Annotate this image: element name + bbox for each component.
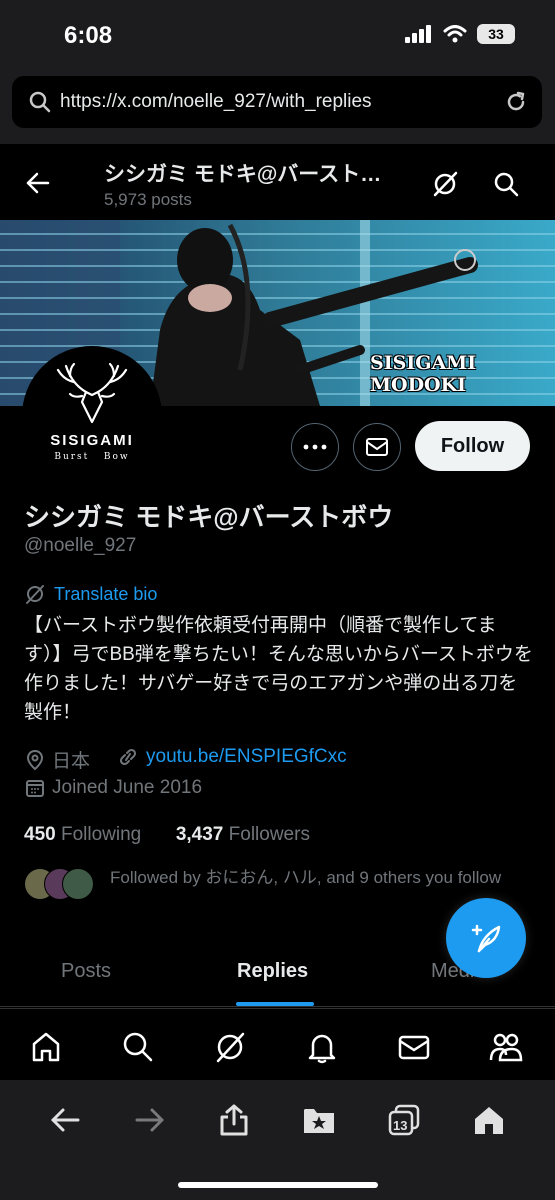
followers-link[interactable]: 3,437 Followers	[176, 824, 310, 845]
followers-label: Followers	[228, 824, 310, 845]
mutual-avatar-3	[62, 868, 94, 900]
location-pin-icon	[26, 749, 44, 770]
bio-text: 【バーストボウ製作依頼受付再開中（順番で製作してます）】弓でBB弾を撃ちたい！そ…	[24, 615, 533, 723]
display-name: シシガミ モドキ@バーストボウ	[24, 502, 394, 532]
home-icon[interactable]	[467, 1098, 511, 1142]
user-handle: @noelle_927	[24, 535, 137, 556]
more-options-button[interactable]	[291, 423, 339, 471]
link-icon	[119, 748, 137, 766]
explore-search-icon[interactable]	[118, 1027, 158, 1067]
back-arrow-icon[interactable]	[43, 1098, 87, 1142]
avatar-subtitle-right: Bow	[103, 452, 130, 462]
followers-count: 3,437	[175, 824, 224, 845]
status-time: 6:08	[64, 22, 113, 49]
banner-line2: MODOKI	[370, 374, 467, 396]
messages-envelope-icon[interactable]	[394, 1027, 434, 1067]
url-text[interactable]: https://x.com/noelle_927/with_replies	[60, 91, 372, 113]
grok-icon[interactable]	[431, 170, 459, 198]
following-link[interactable]: 450 Following	[24, 824, 141, 845]
join-date: Joined June 2016	[24, 777, 202, 799]
message-button[interactable]	[353, 423, 401, 471]
tab-posts[interactable]: Posts	[61, 960, 111, 983]
battery-icon: 33	[477, 24, 515, 44]
follow-counts: 450 Following 3,437 Followers	[24, 824, 310, 846]
bookmarks-icon[interactable]	[297, 1098, 341, 1142]
back-arrow-icon[interactable]	[25, 170, 51, 196]
communities-icon[interactable]	[486, 1027, 526, 1067]
mutual-avatars[interactable]	[24, 868, 96, 900]
location-text: 日本	[52, 751, 91, 772]
avatar-title: SISIGAMI	[50, 432, 134, 449]
deer-logo-icon	[56, 362, 128, 424]
tab-count: 13	[393, 1118, 408, 1133]
grok-icon[interactable]	[210, 1027, 250, 1067]
search-icon[interactable]	[492, 170, 520, 198]
header-name: シシガミ モドキ@バースト…	[104, 163, 382, 186]
translate-bio-button[interactable]: Translate bio	[24, 583, 157, 605]
location: 日本	[24, 746, 90, 773]
avatar[interactable]: SISIGAMI Burst Bow	[22, 346, 162, 486]
home-icon[interactable]	[26, 1027, 66, 1067]
website[interactable]: youtu.be/ENSPIEGfCxc	[116, 746, 347, 768]
share-icon[interactable]	[212, 1098, 256, 1142]
calendar-icon	[26, 780, 44, 797]
home-indicator	[178, 1182, 378, 1188]
battery-level: 33	[488, 26, 504, 42]
translate-bio-label[interactable]: Translate bio	[54, 584, 157, 605]
banner-line1: SISIGAMI	[370, 352, 477, 374]
reload-icon[interactable]	[504, 90, 528, 114]
search-icon	[29, 91, 51, 113]
signal-icon	[405, 25, 431, 43]
join-date-text: Joined June 2016	[52, 777, 203, 798]
grok-icon	[26, 585, 44, 604]
url-bar[interactable]: https://x.com/noelle_927/with_replies	[12, 76, 542, 128]
compose-feather-icon	[471, 924, 501, 953]
envelope-icon	[366, 438, 388, 456]
follow-button[interactable]: Follow	[415, 421, 530, 471]
following-count: 450	[24, 824, 56, 845]
bottom-nav	[0, 1008, 555, 1081]
more-horizontal-icon	[303, 444, 327, 450]
notifications-bell-icon[interactable]	[302, 1027, 342, 1067]
tab-replies[interactable]: Replies	[237, 960, 308, 983]
following-label: Following	[60, 824, 142, 845]
forward-arrow-icon[interactable]	[128, 1098, 172, 1142]
avatar-subtitle-left: Burst	[54, 452, 90, 462]
followed-by-text[interactable]: Followed by おにおん, ハル, and 9 others you f…	[110, 866, 520, 889]
compose-post-button[interactable]	[446, 898, 526, 978]
tabs-icon[interactable]: 13	[382, 1098, 426, 1142]
status-icons: 33	[405, 24, 515, 44]
wifi-icon	[443, 25, 467, 43]
active-tab-indicator	[236, 1002, 314, 1006]
banner-text: SISIGAMI MODOKI	[370, 352, 476, 396]
header-post-count: 5,973 posts	[104, 190, 192, 209]
website-link[interactable]: youtu.be/ENSPIEGfCxc	[146, 746, 347, 768]
avatar-subtitle: Burst Bow	[26, 452, 158, 462]
